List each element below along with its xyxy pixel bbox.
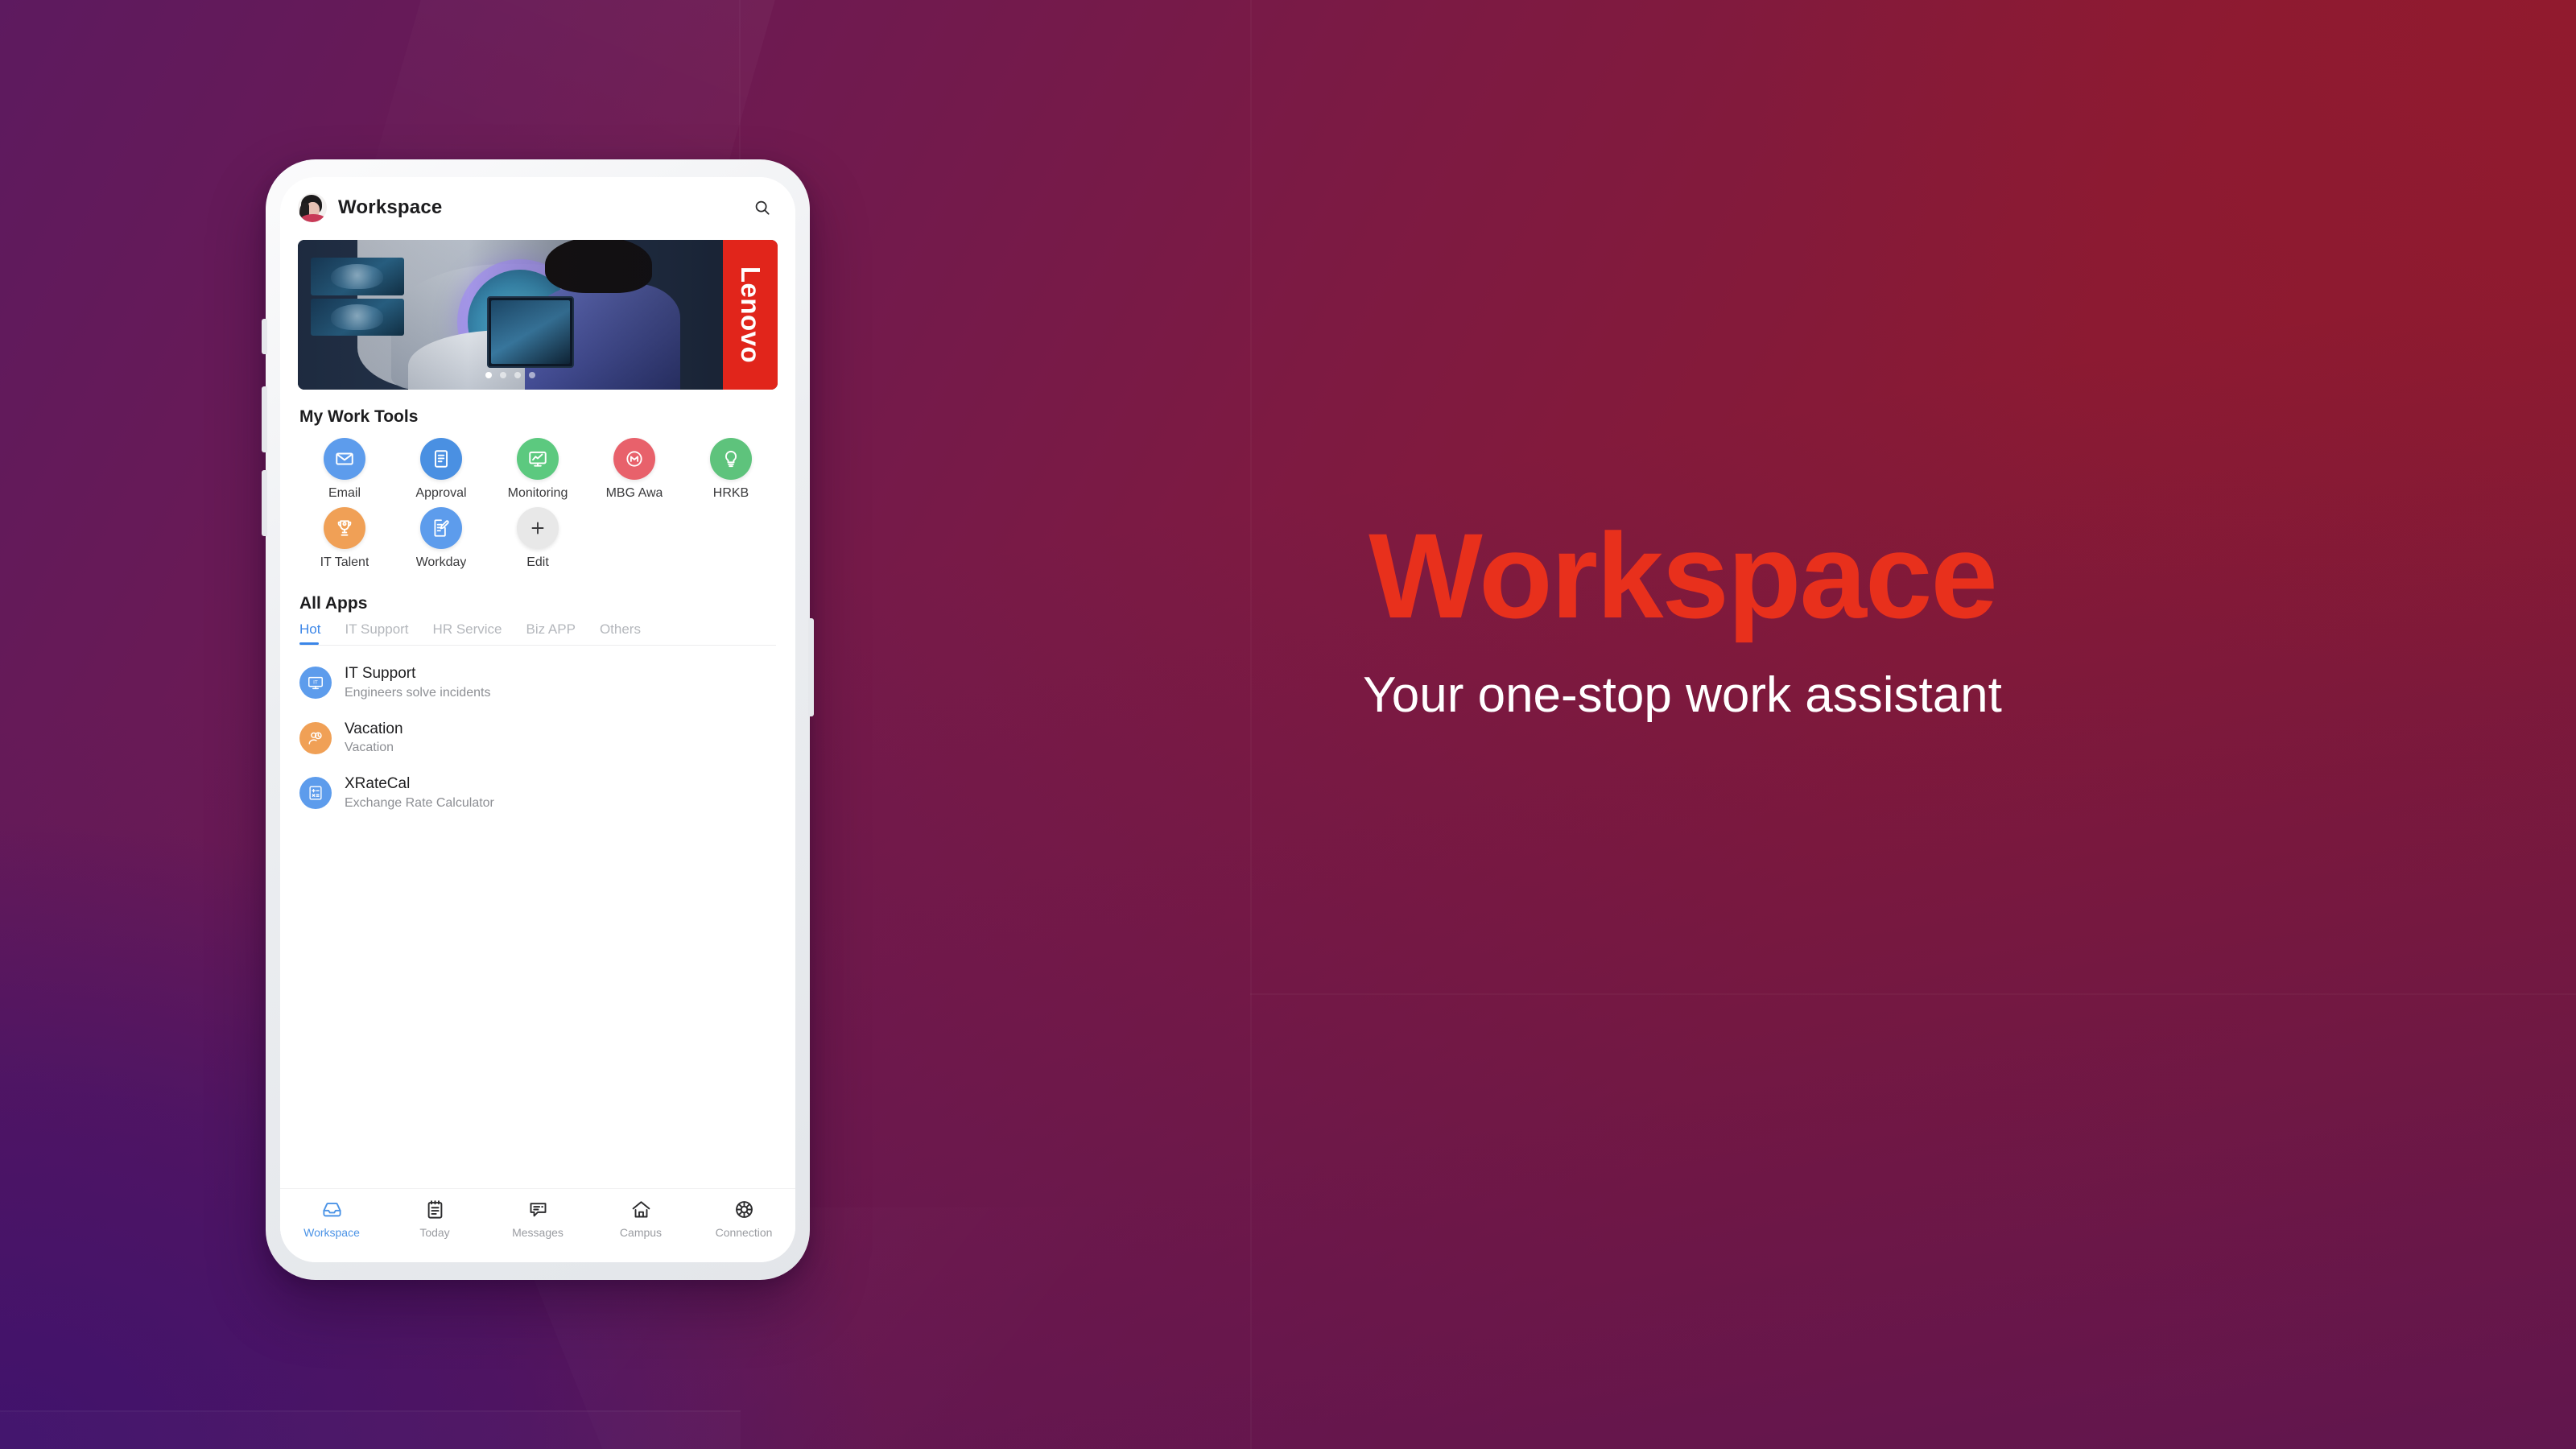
envelope-icon: [324, 438, 365, 480]
banner-image: [298, 240, 723, 390]
tab-hr-service[interactable]: HR Service: [433, 621, 502, 645]
phone-power-button[interactable]: [808, 618, 814, 716]
list-item[interactable]: XRateCal Exchange Rate Calculator: [299, 766, 776, 821]
nav-item-campus[interactable]: Campus: [589, 1199, 692, 1239]
app-list: IT IT Support Engineers solve incidents: [280, 646, 795, 821]
work-tool-label: Workday: [415, 555, 467, 569]
work-tool-label: Monitoring: [507, 486, 568, 500]
background-strip-bottom: [0, 1410, 741, 1449]
work-tool-label: Approval: [415, 486, 467, 500]
tab-it-support[interactable]: IT Support: [345, 621, 408, 645]
work-tool-label: HRKB: [712, 486, 749, 500]
it-monitor-icon: IT: [299, 667, 332, 700]
all-apps-tabs: Hot IT Support HR Service Biz APP Others: [280, 613, 795, 645]
plus-icon: [517, 507, 559, 549]
work-tools-grid: Email Approval Monitoring MBG Awa HRKB I…: [280, 427, 795, 576]
monitor-chart-icon: [517, 438, 559, 480]
work-tool-label: Email: [328, 486, 361, 500]
work-tool-it-talent[interactable]: IT Talent: [296, 507, 393, 570]
work-tool-label: Edit: [526, 555, 549, 569]
app-description: Engineers solve incidents: [345, 685, 491, 700]
hero-title: Workspace: [1368, 508, 1998, 643]
inbox-icon: [322, 1203, 341, 1217]
globe-icon: [735, 1201, 753, 1218]
promo-banner[interactable]: Lenovo: [298, 240, 778, 390]
phone-volume-down-button[interactable]: [262, 470, 267, 536]
svg-text:IT: IT: [313, 680, 318, 686]
hero-text-block: Workspace Your one-stop work assistant: [1244, 515, 2121, 724]
document-icon: [420, 438, 462, 480]
phone-mockup: Workspace Lenovo My Work Tools Email App…: [262, 159, 814, 1280]
carousel-dot-1[interactable]: [485, 372, 492, 378]
edit-document-icon: [420, 507, 462, 549]
app-name: IT Support: [345, 665, 416, 682]
carousel-dot-2[interactable]: [500, 372, 506, 378]
tab-hot[interactable]: Hot: [299, 621, 320, 645]
nav-item-messages[interactable]: Messages: [486, 1199, 589, 1239]
hero-subtitle: Your one-stop work assistant: [1363, 667, 2002, 723]
work-tool-workday[interactable]: Workday: [393, 507, 489, 570]
background-seam-vertical-right: [1250, 0, 1252, 1449]
phone-volume-up-button[interactable]: [262, 386, 267, 452]
background-seam-horizontal: [1250, 993, 2576, 995]
lenovo-logo-badge: Lenovo: [723, 240, 778, 390]
calculator-icon: [299, 777, 332, 810]
nav-label: Connection: [715, 1226, 773, 1239]
lightbulb-icon: [710, 438, 752, 480]
app-header: Workspace: [280, 177, 795, 238]
app-name: XRateCal: [345, 775, 411, 793]
app-description: Exchange Rate Calculator: [345, 795, 494, 810]
nav-label: Messages: [512, 1226, 564, 1239]
nav-item-today[interactable]: Today: [383, 1199, 486, 1239]
search-button[interactable]: [749, 194, 776, 221]
search-icon: [755, 200, 770, 215]
person-clock-icon: [299, 721, 332, 754]
work-tool-monitoring[interactable]: Monitoring: [489, 438, 586, 501]
work-tool-mbg-award[interactable]: MBG Awa: [586, 438, 683, 501]
chat-icon: [530, 1203, 546, 1217]
tab-others[interactable]: Others: [600, 621, 641, 645]
background-glow-top-right: [1368, 0, 2576, 886]
phone-screen: Workspace Lenovo My Work Tools Email App…: [280, 177, 795, 1262]
medal-m-icon: [613, 438, 655, 480]
nav-label: Workspace: [303, 1226, 360, 1239]
nav-item-workspace[interactable]: Workspace: [280, 1199, 383, 1239]
nav-label: Campus: [619, 1226, 663, 1239]
page-title: Workspace: [338, 196, 443, 218]
carousel-dot-4[interactable]: [529, 372, 535, 378]
app-name: Vacation: [345, 720, 403, 737]
work-tools-heading: My Work Tools: [299, 407, 419, 426]
list-item[interactable]: IT IT Support Engineers solve incidents: [299, 655, 776, 711]
clipboard-icon: [427, 1200, 442, 1219]
work-tool-edit[interactable]: Edit: [489, 507, 586, 570]
carousel-dot-3[interactable]: [514, 372, 521, 378]
avatar[interactable]: [298, 193, 327, 222]
work-tool-approval[interactable]: Approval: [393, 438, 489, 501]
all-apps-heading: All Apps: [299, 594, 368, 613]
home-icon: [632, 1201, 650, 1218]
lenovo-wordmark: Lenovo: [736, 266, 766, 364]
work-tool-email[interactable]: Email: [296, 438, 393, 501]
phone-mute-button[interactable]: [262, 319, 267, 354]
nav-label: Today: [419, 1226, 450, 1239]
app-description: Vacation: [345, 741, 394, 755]
carousel-dots[interactable]: [485, 372, 535, 378]
tab-biz-app[interactable]: Biz APP: [526, 621, 576, 645]
trophy-icon: [324, 507, 365, 549]
work-tool-label: IT Talent: [320, 555, 369, 569]
nav-item-connection[interactable]: Connection: [692, 1199, 795, 1239]
bottom-navigation: Workspace Today Messages Campus Connecti…: [280, 1188, 795, 1262]
list-item[interactable]: Vacation Vacation: [299, 711, 776, 766]
work-tool-hrkb[interactable]: HRKB: [683, 438, 779, 501]
work-tool-label: MBG Awa: [605, 486, 663, 500]
